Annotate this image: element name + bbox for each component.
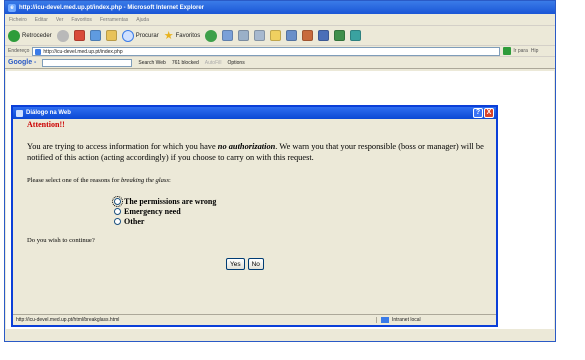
- yes-button[interactable]: Yes: [226, 258, 245, 270]
- search-web-button[interactable]: Search Web: [138, 60, 165, 66]
- reason-option-permissions[interactable]: The permissions are wrong: [112, 195, 486, 207]
- status-url: http://icu-devel.med.up.pt/html/breakgla…: [16, 317, 120, 323]
- home-icon[interactable]: [105, 30, 117, 41]
- stop-icon[interactable]: [73, 30, 85, 41]
- attention-heading: Attention!!: [27, 120, 65, 129]
- address-input[interactable]: http://icu-devel.med.up.pt/index.php: [32, 46, 501, 56]
- reason-prompt: Please select one of the reasons for bre…: [27, 177, 171, 184]
- reason-option-other[interactable]: Other: [114, 216, 486, 226]
- tool-icon[interactable]: [350, 30, 362, 41]
- close-button[interactable]: X: [484, 108, 494, 118]
- no-button[interactable]: No: [247, 258, 264, 270]
- help-button[interactable]: ?: [473, 108, 483, 118]
- go-button[interactable]: Ir para: [503, 47, 528, 55]
- search-button[interactable]: Procurar: [121, 29, 159, 42]
- dialog-titlebar: Diálogo na Web ? X: [13, 107, 496, 119]
- address-label: Endereço: [8, 48, 30, 54]
- reason-options: The permissions are wrong Emergency need…: [112, 195, 486, 226]
- history-icon[interactable]: [205, 29, 218, 42]
- address-bar: Endereço http://icu-devel.med.up.pt/inde…: [5, 46, 555, 57]
- reason-option-emergency[interactable]: Emergency need: [114, 206, 486, 216]
- dialog-status-bar: http://icu-devel.med.up.pt/html/breakgla…: [13, 314, 496, 325]
- ie-icon: e: [8, 3, 16, 12]
- menu-tools[interactable]: Ferramentas: [100, 17, 128, 23]
- browser-titlebar: e http://icu-devel.med.up.pt/index.php -…: [5, 1, 555, 14]
- radio-button[interactable]: [112, 195, 123, 207]
- links-label[interactable]: Hip: [531, 48, 539, 54]
- go-arrow-icon: [503, 47, 512, 55]
- standard-toolbar: Retroceder Procurar ★ Favoritos: [5, 26, 555, 46]
- intranet-zone-icon: [381, 317, 389, 323]
- google-search-input[interactable]: [42, 58, 133, 67]
- forward-button[interactable]: [56, 29, 69, 42]
- favorites-button[interactable]: ★ Favoritos: [163, 29, 201, 42]
- menu-file[interactable]: Ficheiro: [9, 17, 27, 23]
- continue-prompt: Do you wish to continue?: [27, 237, 95, 244]
- google-toolbar: Google - Search Web 761 blocked AutoFill…: [5, 57, 555, 69]
- star-icon: ★: [163, 29, 174, 42]
- no-authorization-text: no authorization: [217, 142, 276, 151]
- browser-title: http://icu-devel.med.up.pt/index.php - M…: [19, 4, 205, 11]
- dialog-title: Diálogo na Web: [26, 110, 71, 116]
- refresh-icon[interactable]: [89, 30, 101, 41]
- plugin-icon[interactable]: [318, 30, 330, 41]
- menu-edit[interactable]: Editar: [35, 17, 48, 23]
- back-button[interactable]: Retroceder: [8, 29, 52, 42]
- folder-icon[interactable]: [270, 30, 282, 41]
- print-icon[interactable]: [238, 30, 250, 41]
- edit-icon[interactable]: [254, 30, 266, 41]
- warning-message: You are trying to access information for…: [27, 142, 484, 162]
- dialog-body: Attention!! You are trying to access inf…: [13, 119, 496, 270]
- popup-blocked-count[interactable]: 761 blocked: [172, 60, 199, 66]
- mail-icon[interactable]: [222, 30, 234, 41]
- back-arrow-icon: [8, 29, 20, 42]
- menu-bar: Ficheiro Editar Ver Favoritos Ferramenta…: [5, 14, 555, 26]
- google-logo[interactable]: Google -: [8, 59, 36, 66]
- search-icon: [121, 29, 134, 42]
- dialog-window-buttons: ? X: [473, 108, 494, 118]
- radio-button[interactable]: [114, 217, 121, 225]
- dialog-buttons: Yes No: [226, 258, 486, 270]
- dialog-icon: [16, 109, 23, 117]
- research-icon[interactable]: [302, 30, 314, 41]
- autofill-button[interactable]: AutoFill: [205, 60, 222, 66]
- options-button[interactable]: Options: [227, 60, 244, 66]
- menu-favorites[interactable]: Favoritos: [71, 17, 92, 23]
- radio-button[interactable]: [114, 207, 121, 215]
- web-dialog: Diálogo na Web ? X Attention!! You are t…: [11, 105, 498, 327]
- security-zone: Intranet local: [376, 317, 496, 323]
- addon-icon[interactable]: [334, 30, 346, 41]
- menu-view[interactable]: Ver: [56, 17, 64, 23]
- menu-help[interactable]: Ajuda: [136, 17, 149, 23]
- messenger-icon[interactable]: [286, 30, 298, 41]
